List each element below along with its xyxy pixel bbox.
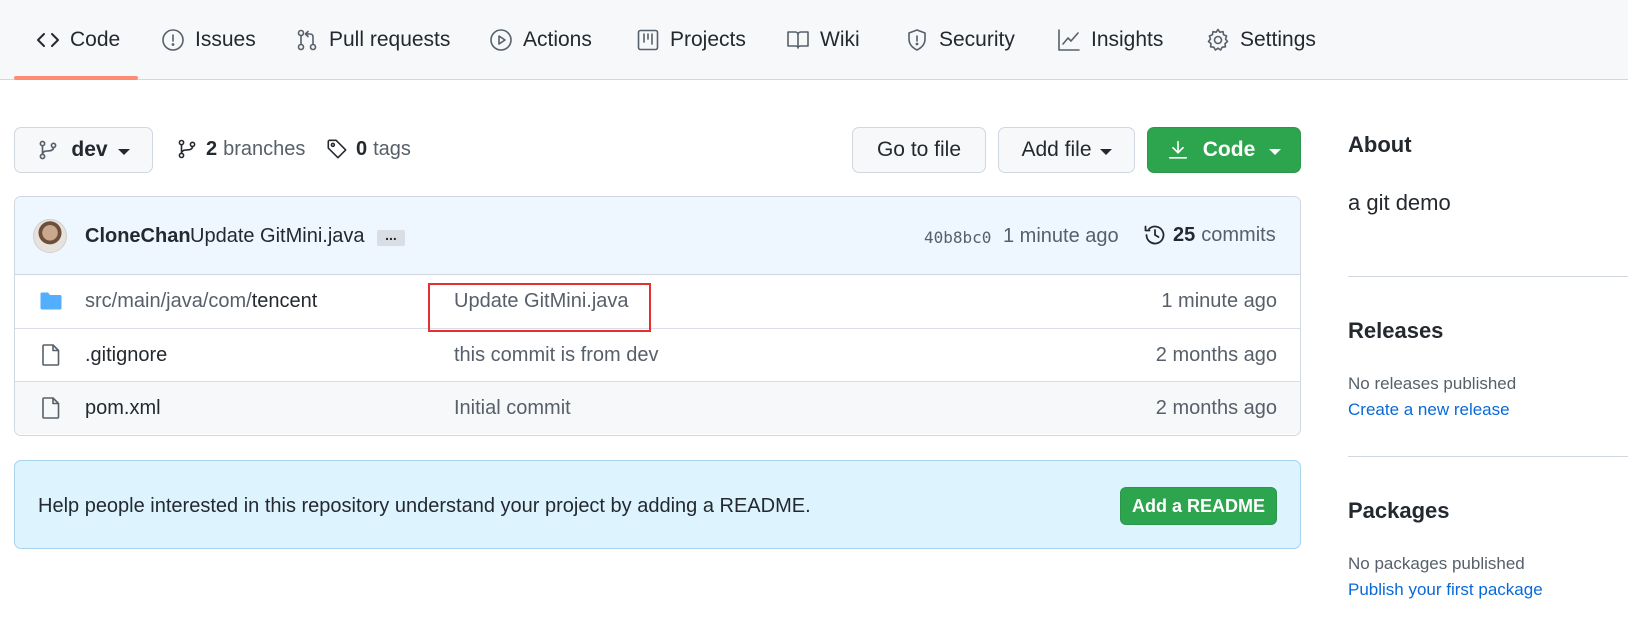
tab-actions-label: Actions (523, 28, 592, 51)
code-button-label: Code (1202, 138, 1256, 161)
download-icon (1168, 140, 1187, 159)
file-commit-message[interactable]: this commit is from dev (454, 344, 658, 367)
tab-pull-requests-label: Pull requests (329, 28, 451, 51)
git-branch-icon (178, 139, 196, 159)
latest-commit-bar: CloneChan Update GitMini.java ... 40b8bc… (15, 197, 1300, 275)
chevron-down-icon (1269, 148, 1282, 155)
git-pull-request-icon (297, 29, 317, 51)
tab-settings-label: Settings (1240, 28, 1316, 51)
commit-message[interactable]: Update GitMini.java (190, 225, 365, 248)
releases-empty-text: No releases published (1348, 374, 1517, 393)
file-name-link[interactable]: pom.xml (85, 397, 161, 420)
tab-issues[interactable]: Issues (161, 0, 256, 80)
branches-count: 2 (206, 137, 218, 160)
tag-icon (327, 139, 347, 159)
tab-actions[interactable]: Actions (489, 0, 592, 80)
commits-count: 25 (1173, 223, 1196, 246)
avatar[interactable] (33, 219, 67, 253)
file-icon (42, 344, 60, 366)
divider (1348, 276, 1628, 277)
branch-name: dev (71, 138, 108, 161)
tab-insights[interactable]: Insights (1057, 0, 1163, 80)
readme-banner-text: Help people interested in this repositor… (38, 495, 811, 517)
commit-author[interactable]: CloneChan (85, 225, 191, 248)
tab-wiki-label: Wiki (820, 28, 860, 51)
tab-security[interactable]: Security (905, 0, 1015, 80)
book-icon (787, 31, 809, 49)
table-row: .gitignore this commit is from dev 2 mon… (15, 328, 1300, 381)
commits-history-link[interactable]: 25 commits (1143, 223, 1276, 247)
table-icon (637, 29, 659, 51)
go-to-file-label: Go to file (876, 138, 962, 161)
chevron-down-icon (1099, 148, 1112, 155)
readme-banner: Help people interested in this repositor… (14, 460, 1301, 549)
play-icon (490, 29, 512, 51)
add-file-label: Add file (1021, 138, 1092, 161)
commits-label: commits (1201, 223, 1276, 246)
create-release-link[interactable]: Create a new release (1348, 400, 1510, 420)
history-icon (1144, 225, 1165, 245)
branches-link[interactable]: 2 branches (176, 130, 305, 168)
table-row: src/main/java/com/tencent Update GitMini… (15, 275, 1300, 328)
add-readme-button[interactable]: Add a README (1120, 487, 1277, 525)
file-commit-message[interactable]: Initial commit (454, 397, 571, 420)
tab-issues-label: Issues (195, 28, 256, 51)
file-name-link[interactable]: src/main/java/com/tencent (85, 290, 317, 313)
tab-code-label: Code (70, 28, 121, 51)
git-branch-icon (39, 140, 57, 160)
shield-icon (908, 29, 926, 51)
repo-description: a git demo (1348, 190, 1451, 215)
tab-pull-requests[interactable]: Pull requests (295, 0, 450, 80)
issue-opened-icon (162, 29, 184, 51)
file-browser: CloneChan Update GitMini.java ... 40b8bc… (14, 196, 1301, 436)
folder-icon (40, 292, 62, 310)
graph-icon (1058, 29, 1080, 51)
file-icon (42, 397, 60, 419)
file-name: .gitignore (85, 344, 168, 366)
commit-sha[interactable]: 40b8bc0 (924, 228, 991, 247)
tab-projects-label: Projects (670, 28, 746, 51)
divider (1348, 456, 1628, 457)
gear-icon (1207, 28, 1229, 51)
tags-link[interactable]: 0 tags (326, 130, 411, 168)
add-file-button[interactable]: Add file (998, 127, 1135, 173)
file-commit-time: 1 minute ago (1161, 290, 1277, 312)
about-heading: About (1348, 132, 1412, 157)
packages-heading[interactable]: Packages (1348, 498, 1450, 524)
code-icon (37, 33, 59, 47)
tab-wiki[interactable]: Wiki (786, 0, 860, 80)
file-name: tencent (251, 290, 318, 312)
annotation-highlight-box (428, 283, 651, 332)
file-name: pom.xml (85, 397, 161, 419)
table-row: pom.xml Initial commit 2 months ago (15, 381, 1300, 434)
commit-time: 1 minute ago (1003, 225, 1119, 247)
branches-label: branches (223, 137, 306, 160)
code-dropdown-button[interactable]: Code (1147, 127, 1301, 173)
file-path-prefix: src/main/java/com/ (85, 290, 252, 312)
tags-count: 0 (356, 137, 368, 160)
chevron-down-icon (117, 148, 130, 155)
tab-settings[interactable]: Settings (1206, 0, 1316, 80)
file-name-link[interactable]: .gitignore (85, 344, 167, 367)
releases-heading[interactable]: Releases (1348, 318, 1443, 344)
commit-expand-button[interactable]: ... (377, 228, 405, 246)
branch-select-button[interactable]: dev (14, 127, 153, 173)
packages-empty-text: No packages published (1348, 554, 1525, 573)
tab-projects[interactable]: Projects (636, 0, 746, 80)
tags-label: tags (373, 137, 411, 160)
file-commit-time: 2 months ago (1155, 397, 1277, 419)
tab-code[interactable]: Code (36, 0, 120, 80)
repo-nav: Code Issues Pull requests Actions Projec… (0, 0, 1628, 80)
tab-security-label: Security (939, 28, 1015, 51)
tab-insights-label: Insights (1091, 28, 1164, 51)
active-tab-underline (14, 76, 138, 80)
file-commit-time: 2 months ago (1155, 344, 1277, 366)
publish-package-link[interactable]: Publish your first package (1348, 580, 1543, 600)
go-to-file-button[interactable]: Go to file (852, 127, 986, 173)
